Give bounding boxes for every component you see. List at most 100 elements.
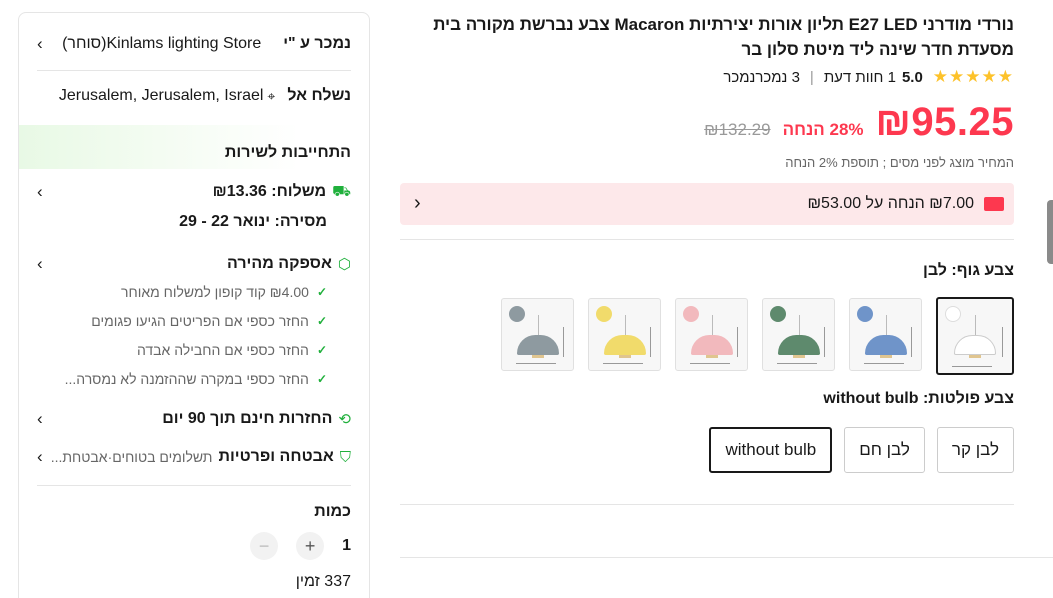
color-label: צבע גוף: לבן — [923, 262, 1014, 279]
product-title: נורדי מודרני E27 LED תליון אורות יצירתיו… — [433, 15, 1014, 59]
return-icon: ⟲ — [338, 411, 351, 428]
option-cold-white[interactable]: לבן קר — [936, 427, 1014, 473]
quantity-stepper: 1 + − — [250, 532, 351, 560]
divider — [37, 485, 351, 486]
dimension-line — [911, 327, 917, 357]
shipping-row[interactable]: ⛟ משלוח: ₪13.36 › — [37, 181, 351, 203]
fast-delivery-label: אספקה מהירה — [227, 255, 332, 272]
discount-badge: 28% הנחה — [782, 120, 864, 139]
review-count[interactable]: 1 חוות דעת — [824, 69, 896, 86]
sold-count: 3 נמכרנמכר — [723, 68, 800, 86]
dimension-line — [650, 327, 656, 357]
lamp-shade — [603, 335, 646, 355]
price-row: ₪95.25 28% הנחה ₪132.29 — [704, 100, 1014, 145]
seller-name[interactable]: Kinlams lighting Store(סוחר) — [62, 35, 261, 53]
lamp-bulb-holder — [792, 355, 805, 358]
commitment-title: התחייבות לשירות — [224, 144, 351, 161]
coupon-icon — [984, 197, 1004, 211]
divider — [37, 70, 351, 71]
rating-score: 5.0 — [901, 68, 923, 86]
color-swatch-pink[interactable] — [675, 298, 748, 371]
color-swatch-green[interactable] — [762, 298, 835, 371]
lamp-bulb-holder — [969, 355, 981, 358]
bulb-label: צבע פולטות: without bulb — [823, 390, 1014, 407]
check-icon: ✓ — [316, 314, 327, 328]
free-returns-row[interactable]: ⟲ החזרות חינם תוך 90 יום › — [37, 408, 351, 430]
lamp-cord — [798, 315, 800, 337]
coupon-banner[interactable]: ₪7.00 הנחה על ₪53.00 ‹ — [400, 183, 1014, 225]
shipping-cost: משלוח: ₪13.36 — [212, 183, 327, 200]
ship-to-row[interactable]: נשלח אל ⌖ Jerusalem, Jerusalem, Israel — [37, 85, 351, 107]
decrease-button[interactable]: − — [250, 532, 279, 560]
divider — [400, 557, 1053, 558]
dimension-line — [563, 327, 569, 357]
star-rating-icon: ★★★★★ — [932, 67, 1014, 86]
color-swatch-grey[interactable] — [501, 298, 574, 371]
chevron-right-icon: › — [37, 254, 43, 273]
seller-label: נמכר ע "י — [283, 35, 351, 52]
security-row[interactable]: ⛉ אבטחה ופרטיות תשלומים בטוחים·אבטחת... … — [37, 446, 351, 468]
product-info: נורדי מודרני E27 LED תליון אורות יצירתיו… — [400, 0, 1014, 598]
rating-row[interactable]: ★★★★★ 5.0 1 חוות דעת | 3 נמכרנמכר — [723, 66, 1014, 88]
security-label: אבטחה ופרטיות — [218, 448, 334, 465]
guarantee-text: ₪4.00 קוד קופון למשלוח מאוחר — [121, 284, 309, 300]
lamp-shade — [954, 335, 996, 355]
chevron-left-icon: ‹ — [414, 192, 421, 214]
color-swatch-yellow[interactable] — [588, 298, 661, 371]
check-icon: ✓ — [316, 343, 327, 357]
option-without-bulb[interactable]: without bulb — [709, 427, 833, 473]
quantity-label: כמות — [314, 503, 351, 520]
color-swatches — [501, 297, 1014, 375]
lamp-cord — [537, 315, 539, 337]
color-swatch-white[interactable] — [936, 297, 1014, 375]
purchase-panel: נמכר ע "י Kinlams lighting Store(סוחר) ›… — [18, 12, 370, 598]
guarantee-item: ✓ החזר כספי במקרה שההזמנה לא נמסרה... — [37, 370, 351, 388]
security-desc: תשלומים בטוחים·אבטחת... — [50, 449, 213, 465]
chevron-right-icon: › — [37, 447, 43, 466]
lamp-bulb-holder — [705, 355, 718, 358]
lamp-bulb-holder — [618, 355, 631, 358]
guarantee-text: החזר כספי אם הפריטים הגיעו פגומים — [91, 313, 309, 329]
current-price: ₪95.25 — [875, 100, 1014, 144]
option-warm-white[interactable]: לבן חם — [844, 427, 925, 473]
divider — [400, 239, 1014, 240]
color-swatch-blue[interactable] — [849, 298, 922, 371]
color-dot — [770, 306, 786, 322]
lamp-cord — [624, 315, 626, 337]
dimension-line — [737, 327, 743, 357]
dimension-line — [603, 363, 643, 365]
scrollbar-thumb[interactable] — [1047, 200, 1053, 264]
increase-button[interactable]: + — [296, 532, 325, 560]
dimension-line — [1002, 327, 1008, 357]
dimension-line — [952, 366, 992, 368]
divider: | — [809, 68, 814, 86]
guarantee-item: ✓ החזר כספי אם החבילה אבדה — [37, 341, 351, 359]
shield-icon: ⛉ — [339, 448, 351, 466]
guarantee-text: החזר כספי במקרה שההזמנה לא נמסרה... — [64, 371, 309, 387]
color-dot — [945, 306, 961, 322]
fast-delivery-row[interactable]: ⬡ אספקה מהירה › — [37, 253, 351, 275]
quantity-value[interactable]: 1 — [342, 537, 351, 555]
location-pin-icon: ⌖ — [267, 87, 276, 104]
truck-icon: ⛟ — [332, 182, 351, 200]
color-dot — [683, 306, 699, 322]
original-price: ₪132.29 — [704, 120, 771, 139]
dimension-line — [516, 363, 556, 365]
guarantee-item: ✓ החזר כספי אם הפריטים הגיעו פגומים — [37, 312, 351, 330]
lamp-cord — [975, 315, 976, 337]
lamp-bulb-holder — [531, 355, 544, 358]
chevron-left-icon: › — [37, 34, 43, 53]
divider — [400, 504, 1014, 505]
ship-to-value[interactable]: Jerusalem, Jerusalem, Israel — [59, 87, 264, 105]
lamp-shade — [777, 335, 820, 355]
stock-available: 337 זמין — [295, 573, 351, 590]
chevron-right-icon: › — [37, 182, 43, 201]
lamp-cord — [885, 315, 887, 337]
box-icon: ⬡ — [337, 256, 351, 273]
lamp-bulb-holder — [879, 355, 892, 358]
color-dot — [509, 306, 525, 322]
tax-note: המחיר מוצג לפני מסים ; תוספת 2% הנחה — [785, 155, 1014, 170]
ship-to-label: נשלח אל — [287, 87, 351, 104]
color-dot — [596, 306, 612, 322]
seller-row[interactable]: נמכר ע "י Kinlams lighting Store(סוחר) › — [37, 33, 351, 55]
